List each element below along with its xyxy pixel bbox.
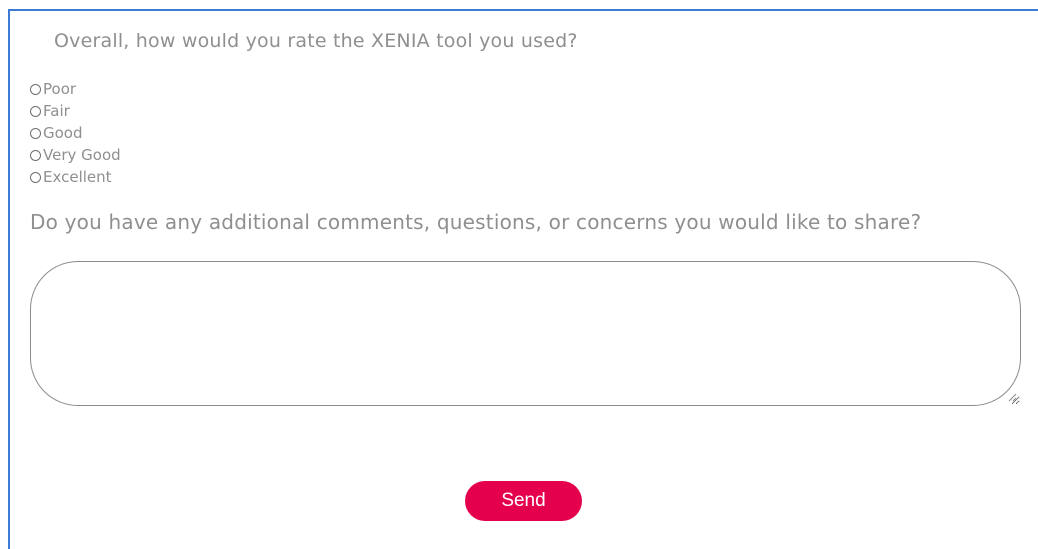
rating-option-very-good[interactable]: Very Good: [30, 144, 121, 166]
rating-question: Overall, how would you rate the XENIA to…: [54, 30, 578, 52]
rating-option-label: Very Good: [43, 146, 121, 164]
rating-option-label: Fair: [43, 102, 70, 120]
rating-option-label: Good: [43, 124, 83, 142]
radio-button[interactable]: [30, 171, 41, 183]
rating-option-poor[interactable]: Poor: [30, 78, 121, 100]
radio-button[interactable]: [30, 83, 41, 95]
rating-option-label: Poor: [43, 80, 77, 98]
rating-option-excellent[interactable]: Excellent: [30, 166, 121, 188]
radio-button[interactable]: [30, 127, 41, 139]
comments-textarea[interactable]: [30, 261, 1021, 406]
rating-option-label: Excellent: [43, 168, 112, 186]
resize-handle-icon[interactable]: [1007, 392, 1017, 402]
rating-options: Poor Fair Good Very Good Excellent: [30, 78, 121, 188]
send-button[interactable]: Send: [465, 481, 582, 521]
comments-question: Do you have any additional comments, que…: [30, 210, 922, 234]
radio-button[interactable]: [30, 149, 41, 161]
rating-option-good[interactable]: Good: [30, 122, 121, 144]
radio-button[interactable]: [30, 105, 41, 117]
rating-option-fair[interactable]: Fair: [30, 100, 121, 122]
